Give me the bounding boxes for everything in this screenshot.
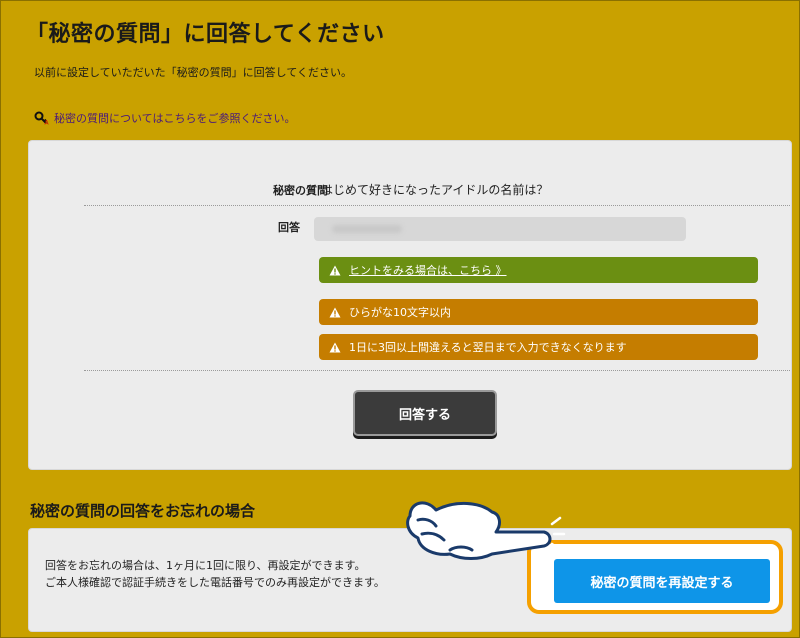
rule-attempts-text: 1日に3回以上間違えると翌日まで入力できなくなります — [349, 341, 627, 354]
rule-chars-notice: ひらがな10文字以内 — [319, 299, 758, 325]
page-title: 「秘密の質問」に回答してください — [26, 22, 385, 47]
help-link[interactable]: 秘密の質問についてはこちらをご参照ください。 — [54, 110, 295, 126]
warning-icon — [329, 342, 341, 352]
hint-notice[interactable]: ヒントをみる場合は、こちら 》 — [319, 257, 758, 283]
divider — [84, 205, 790, 206]
warning-icon — [329, 307, 341, 317]
forgot-line-2: ご本人様確認で認証手続きをした電話番号でのみ再設定ができます。 — [45, 576, 385, 589]
rule-chars-text: ひらがな10文字以内 — [349, 306, 451, 319]
answer-field[interactable] — [314, 217, 686, 241]
answer-label: 回答 — [278, 221, 300, 234]
page-subtitle: 以前に設定していただいた「秘密の質問」に回答してください。 — [34, 66, 353, 79]
pointing-hand-icon — [406, 501, 566, 560]
forgot-description: 回答をお忘れの場合は、1ヶ月に1回に限り、再設定ができます。 ご本人様確認で認証… — [45, 557, 445, 591]
warning-icon — [329, 265, 341, 275]
question-label: 秘密の質問 — [273, 184, 328, 197]
masked-answer — [332, 225, 402, 233]
key-icon: A — [34, 111, 50, 125]
svg-text:A: A — [45, 120, 50, 126]
question-text: はじめて好きになったアイドルの名前は？ — [321, 183, 549, 197]
help-link-row[interactable]: A 秘密の質問についてはこちらをご参照ください。 — [34, 110, 295, 126]
forgot-line-1: 回答をお忘れの場合は、1ヶ月に1回に限り、再設定ができます。 — [45, 559, 366, 572]
answer-button[interactable]: 回答する — [353, 390, 497, 436]
rule-attempts-notice: 1日に3回以上間違えると翌日まで入力できなくなります — [319, 334, 758, 360]
hint-link[interactable]: ヒントをみる場合は、こちら 》 — [349, 262, 507, 278]
forgot-heading: 秘密の質問の回答をお忘れの場合 — [30, 502, 256, 520]
divider — [84, 370, 790, 371]
qa-card: 秘密の質問 はじめて好きになったアイドルの名前は？ 回答 ヒントをみる場合は、こ… — [28, 140, 792, 470]
reset-question-button[interactable]: 秘密の質問を再設定する — [554, 559, 770, 603]
